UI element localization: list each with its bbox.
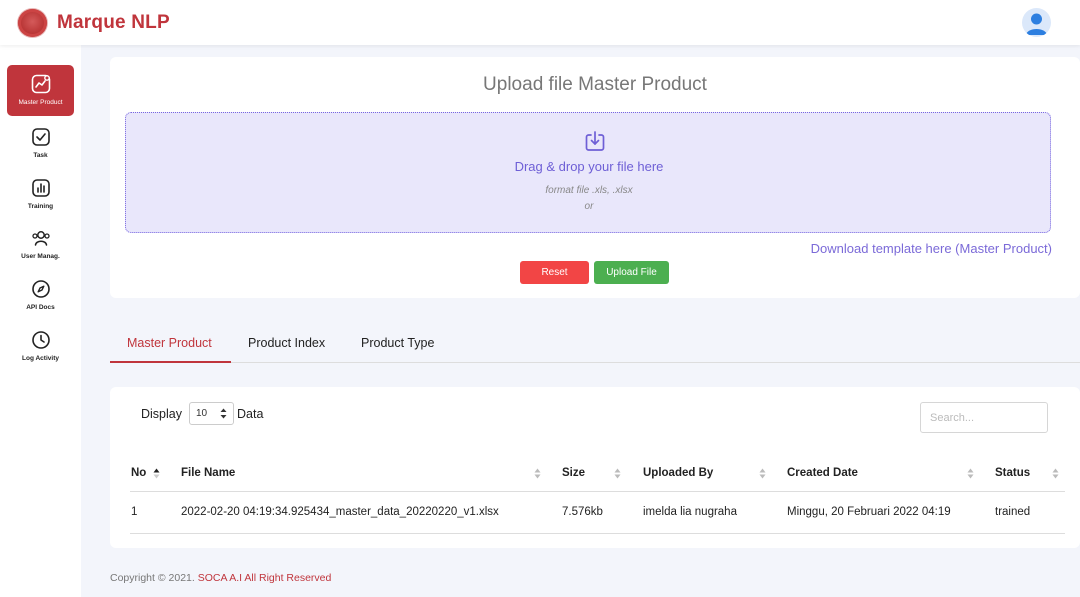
- select-arrows-icon: [220, 408, 227, 419]
- column-header-file-name[interactable]: File Name: [181, 467, 235, 479]
- sidebar: Master Product Task Training User Manag.: [0, 45, 81, 597]
- sort-icon[interactable]: [967, 468, 974, 479]
- sort-icon[interactable]: [1052, 468, 1059, 479]
- sidebar-item-label: Training: [27, 203, 54, 210]
- brand-logo: [18, 9, 47, 37]
- column-header-size[interactable]: Size: [562, 467, 585, 479]
- column-header-uploaded-by[interactable]: Uploaded By: [643, 467, 713, 479]
- sidebar-item-training[interactable]: Training: [7, 169, 74, 220]
- table-header: No File Name Size Uploaded By Created Da…: [130, 457, 1065, 492]
- footer-copyright: Copyright © 2021.: [110, 572, 195, 584]
- user-avatar-icon[interactable]: [1022, 8, 1051, 37]
- sidebar-item-task[interactable]: Task: [7, 118, 74, 169]
- upload-card: Upload file Master Product Drag & drop y…: [110, 57, 1080, 298]
- search-input[interactable]: [920, 402, 1048, 433]
- chart-icon: [31, 74, 50, 94]
- reset-button[interactable]: Reset: [520, 261, 589, 284]
- download-icon: [585, 131, 605, 151]
- cell-created-date: Minggu, 20 Februari 2022 04:19: [787, 506, 951, 518]
- tabs: Master Product Product Index Product Typ…: [110, 330, 1080, 363]
- dropzone-text: Drag & drop your file here: [514, 159, 664, 174]
- sidebar-item-label: Log Activity: [22, 355, 59, 362]
- sort-icon[interactable]: [534, 468, 541, 479]
- footer: Copyright © 2021. SOCA A.I All Right Res…: [110, 572, 331, 584]
- users-icon: [31, 231, 50, 246]
- sort-ascending-icon[interactable]: [153, 468, 160, 479]
- checkbox-icon: [31, 128, 50, 146]
- display-label: Display: [141, 407, 182, 421]
- brand-name: Marque NLP: [57, 12, 170, 33]
- sidebar-item-label: User Manag.: [21, 253, 60, 260]
- cell-size: 7.576kb: [562, 506, 603, 518]
- column-header-created-date[interactable]: Created Date: [787, 467, 858, 479]
- table-card: Display 10 Data No File Name Size Upload…: [110, 387, 1080, 548]
- cell-uploaded-by: imelda lia nugraha: [643, 506, 737, 518]
- sidebar-item-user-management[interactable]: User Manag.: [7, 219, 74, 270]
- download-template-link[interactable]: Download template here (Master Product): [811, 241, 1052, 256]
- dropzone-format-hint: format file .xls, .xlsx: [545, 185, 633, 196]
- sidebar-item-label: Task: [33, 152, 48, 159]
- column-header-status[interactable]: Status: [995, 467, 1030, 479]
- page-size-value: 10: [196, 408, 208, 419]
- cell-no: 1: [131, 506, 138, 518]
- table-row: 1 2022-02-20 04:19:34.925434_master_data…: [130, 492, 1065, 534]
- page-size-select[interactable]: 10: [189, 402, 234, 425]
- sidebar-item-label: API Docs: [26, 304, 55, 311]
- compass-icon: [31, 280, 50, 298]
- cell-file-name: 2022-02-20 04:19:34.925434_master_data_2…: [181, 506, 499, 518]
- dropzone-or: or: [584, 201, 594, 212]
- cell-status: trained: [995, 506, 1031, 518]
- footer-company-link[interactable]: SOCA A.I All Right Reserved: [198, 572, 332, 584]
- bar-chart-icon: [31, 179, 50, 197]
- column-header-no[interactable]: No: [131, 467, 146, 479]
- file-dropzone[interactable]: Drag & drop your file here format file .…: [125, 112, 1051, 233]
- sidebar-item-api-docs[interactable]: API Docs: [7, 270, 74, 321]
- sort-icon[interactable]: [614, 468, 621, 479]
- data-label: Data: [237, 407, 264, 421]
- brand[interactable]: Marque NLP: [18, 9, 170, 37]
- tab-master-product[interactable]: Master Product: [110, 336, 231, 363]
- sidebar-item-master-product[interactable]: Master Product: [7, 65, 74, 116]
- tab-product-index[interactable]: Product Index: [248, 336, 325, 363]
- sort-icon[interactable]: [759, 468, 766, 479]
- sidebar-item-log-activity[interactable]: Log Activity: [7, 321, 74, 372]
- clock-icon: [31, 331, 50, 349]
- sidebar-item-label: Master Product: [18, 99, 63, 106]
- tab-product-type[interactable]: Product Type: [361, 336, 434, 363]
- top-bar: Marque NLP: [0, 0, 1080, 45]
- upload-title: Upload file Master Product: [483, 74, 707, 95]
- upload-file-button[interactable]: Upload File: [594, 261, 669, 284]
